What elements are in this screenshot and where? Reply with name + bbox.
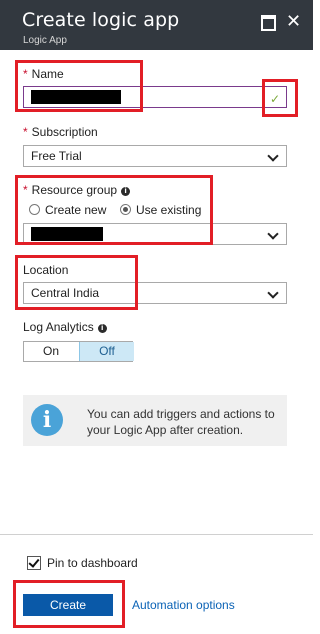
annotation-highlight-resource-group — [15, 175, 213, 245]
toggle-off-option[interactable]: Off — [79, 342, 134, 361]
close-icon[interactable]: ✕ — [286, 12, 306, 32]
annotation-highlight-create — [13, 580, 125, 628]
annotation-highlight-location — [15, 255, 138, 310]
automation-options-link[interactable]: Automation options — [132, 598, 235, 612]
blade-title: Create logic app — [22, 9, 180, 31]
log-analytics-toggle: On Off — [23, 341, 134, 362]
chevron-down-icon — [267, 150, 279, 162]
required-mark: * — [23, 125, 28, 139]
blade-subtitle: Logic App — [23, 35, 67, 46]
info-icon: i — [31, 404, 63, 436]
annotation-highlight-name — [15, 60, 143, 112]
subscription-label: * Subscription — [23, 125, 98, 139]
footer-divider — [0, 534, 313, 535]
info-box: i You can add triggers and actions to yo… — [23, 395, 287, 446]
pin-label: Pin to dashboard — [47, 556, 138, 570]
maximize-icon[interactable] — [259, 12, 279, 32]
log-analytics-label: Log Analytics i — [23, 320, 107, 334]
pin-to-dashboard-checkbox[interactable]: Pin to dashboard — [27, 556, 138, 570]
subscription-value: Free Trial — [31, 149, 82, 163]
checkbox-icon — [27, 556, 41, 570]
chevron-down-icon — [267, 287, 279, 299]
toggle-on-option[interactable]: On — [24, 342, 78, 361]
info-icon[interactable]: i — [97, 324, 107, 333]
chevron-down-icon — [267, 228, 279, 240]
annotation-highlight-check — [262, 79, 298, 117]
info-message: You can add triggers and actions to your… — [87, 407, 275, 437]
blade-header: Create logic app Logic App ✕ — [0, 0, 313, 50]
subscription-dropdown[interactable]: Free Trial — [23, 145, 287, 167]
